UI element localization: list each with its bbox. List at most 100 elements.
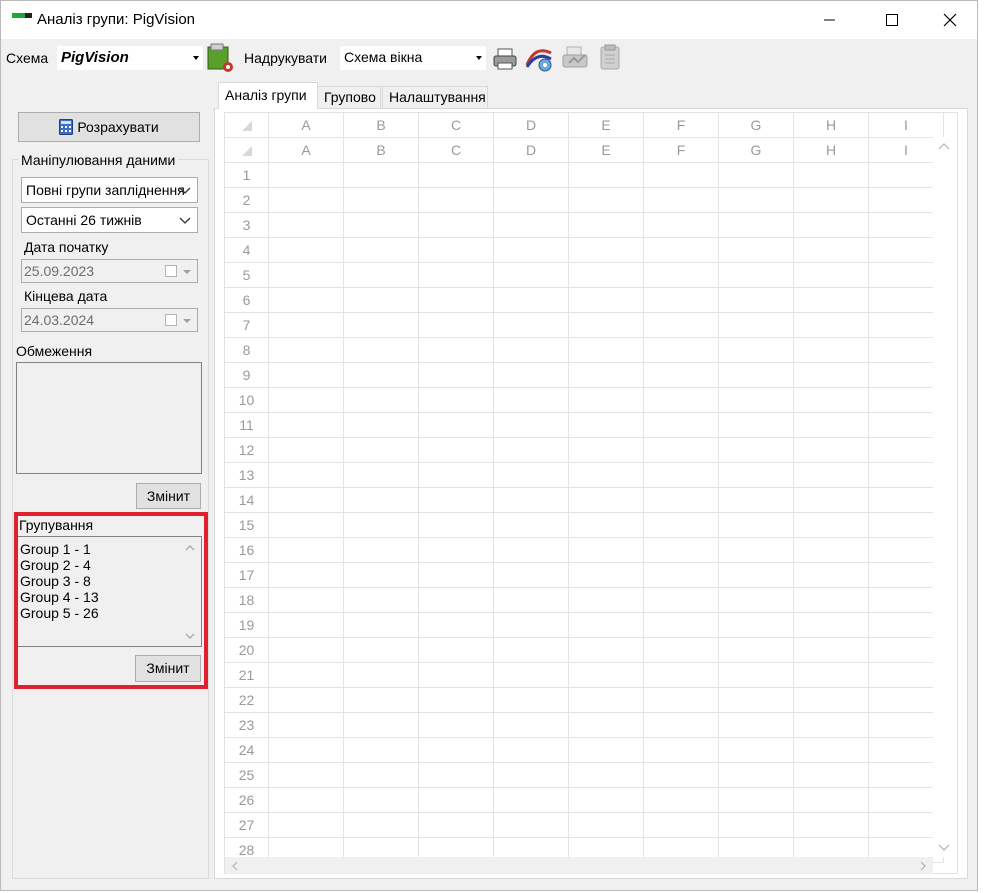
grid-cell[interactable] [344,763,419,788]
grid-cell[interactable] [794,188,869,213]
grid-cell[interactable] [269,188,344,213]
end-date-picker[interactable]: 24.03.2024 [21,308,198,332]
grid-cell[interactable] [269,463,344,488]
grid-cell[interactable] [494,713,569,738]
chart-settings-button[interactable] [525,43,553,73]
row-header[interactable]: 8 [225,338,269,363]
grid-cell[interactable] [344,388,419,413]
grid-cell[interactable] [569,588,644,613]
clipboard-button[interactable] [597,43,625,73]
grid-cell[interactable] [344,363,419,388]
grid-cell[interactable] [419,588,494,613]
grid-cell[interactable] [644,163,719,188]
row-header[interactable]: 22 [225,688,269,713]
grid-cell[interactable] [569,513,644,538]
grid-cell[interactable] [344,513,419,538]
grid-cell[interactable] [419,213,494,238]
grid-cell[interactable] [344,588,419,613]
grid-cell[interactable] [419,188,494,213]
spreadsheet-grid[interactable]: A B C D E F G H I A B C D E F G H I 1 2 3 4 5 6 7 8 9 10 11 12 13 14 15 1… [224,112,958,874]
grid-cell[interactable] [344,688,419,713]
grid-cell[interactable] [419,438,494,463]
grid-cell[interactable] [269,313,344,338]
row-header[interactable]: 13 [225,463,269,488]
grid-cell[interactable] [344,738,419,763]
grid-cell[interactable] [794,538,869,563]
grid-cell[interactable] [344,313,419,338]
grid-cell[interactable] [719,638,794,663]
column-header[interactable]: H [794,138,869,163]
grid-cell[interactable] [419,488,494,513]
grid-cell[interactable] [794,363,869,388]
grid-cell[interactable] [344,538,419,563]
grid-cell[interactable] [419,463,494,488]
grid-cell[interactable] [344,163,419,188]
column-header[interactable]: C [419,113,494,138]
grid-cell[interactable] [344,488,419,513]
grid-cell[interactable] [719,713,794,738]
grid-cell[interactable] [644,613,719,638]
grid-cell[interactable] [569,188,644,213]
grid-cell[interactable] [644,213,719,238]
column-header[interactable]: E [569,113,644,138]
grid-cell[interactable] [494,638,569,663]
grid-cell[interactable] [644,638,719,663]
grid-cell[interactable] [419,363,494,388]
limits-listbox[interactable] [16,362,202,474]
column-header[interactable]: F [644,113,719,138]
grid-cell[interactable] [644,663,719,688]
grid-cell[interactable] [719,413,794,438]
column-header[interactable]: G [719,113,794,138]
column-header[interactable]: H [794,113,869,138]
grid-cell[interactable] [269,763,344,788]
grid-cell[interactable] [419,513,494,538]
row-header[interactable]: 12 [225,438,269,463]
grid-cell[interactable] [269,413,344,438]
start-date-picker[interactable]: 25.09.2023 [21,259,198,283]
grid-cell[interactable] [344,263,419,288]
grid-cell[interactable] [344,638,419,663]
row-header[interactable]: 27 [225,813,269,838]
grid-cell[interactable] [419,413,494,438]
grid-cell[interactable] [644,588,719,613]
corner-cell[interactable] [225,113,269,138]
grid-cell[interactable] [419,163,494,188]
grid-cell[interactable] [719,813,794,838]
grid-cell[interactable] [419,763,494,788]
row-header[interactable]: 11 [225,413,269,438]
scroll-right-icon[interactable] [919,861,927,871]
tab-settings[interactable]: Налаштування [382,86,488,108]
horizontal-scrollbar[interactable] [225,857,933,874]
grid-cell[interactable] [794,438,869,463]
grid-cell[interactable] [494,238,569,263]
grid-cell[interactable] [269,363,344,388]
grid-cell[interactable] [794,488,869,513]
grid-cell[interactable] [269,663,344,688]
grid-cell[interactable] [569,738,644,763]
grid-cell[interactable] [344,463,419,488]
grid-cell[interactable] [419,288,494,313]
grid-cell[interactable] [719,788,794,813]
grid-cell[interactable] [494,763,569,788]
grid-cell[interactable] [794,563,869,588]
grid-cell[interactable] [269,713,344,738]
grid-cell[interactable] [719,263,794,288]
grid-cell[interactable] [644,713,719,738]
row-header[interactable]: 17 [225,563,269,588]
minimize-button[interactable] [807,1,853,39]
grid-cell[interactable] [419,638,494,663]
grid-cell[interactable] [719,338,794,363]
row-header[interactable]: 21 [225,663,269,688]
grid-cell[interactable] [794,763,869,788]
grid-cell[interactable] [569,713,644,738]
calculate-button[interactable]: Розрахувати [18,112,200,142]
close-button[interactable] [927,1,973,39]
grid-cell[interactable] [494,738,569,763]
column-header[interactable]: I [869,113,944,138]
row-header[interactable]: 6 [225,288,269,313]
grid-cell[interactable] [569,313,644,338]
grid-cell[interactable] [419,663,494,688]
grid-cell[interactable] [644,813,719,838]
grid-cell[interactable] [644,438,719,463]
column-header[interactable]: B [344,138,419,163]
